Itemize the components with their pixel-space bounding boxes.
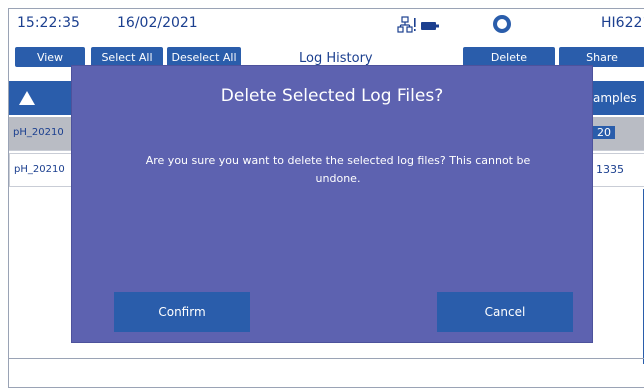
dialog-message: Are you sure you want to delete the sele… [145, 154, 531, 185]
toolbar: View Select All Deselect All Log History… [9, 43, 644, 67]
samples-column-header[interactable]: amples [593, 91, 637, 105]
view-button[interactable]: View [15, 47, 85, 67]
sort-ascending-icon[interactable] [19, 91, 35, 105]
confirm-button[interactable]: Confirm [114, 292, 250, 332]
sample-count: 1335 [596, 163, 624, 176]
network-alert-icon [397, 16, 416, 33]
status-bar: 15:22:35 16/02/2021 HI6221 [9, 9, 644, 39]
delete-button[interactable]: Delete [463, 47, 555, 67]
dialog-title: Delete Selected Log Files? [220, 86, 444, 106]
divider [9, 358, 644, 359]
status-time: 15:22:35 [17, 15, 80, 31]
select-all-button[interactable]: Select All [91, 47, 163, 67]
status-date: 16/02/2021 [117, 15, 198, 31]
record-circle-icon [493, 15, 511, 33]
delete-confirm-dialog: Delete Selected Log Files? Are you sure … [72, 66, 592, 342]
battery-icon [421, 22, 439, 30]
sample-count: 20 [593, 126, 615, 139]
log-file-name: pH_20210 [13, 127, 64, 138]
share-button[interactable]: Share [559, 47, 644, 67]
cancel-button[interactable]: Cancel [437, 292, 573, 332]
device-model: HI6221 [601, 15, 644, 31]
log-file-name: pH_20210 [14, 164, 65, 175]
deselect-all-button[interactable]: Deselect All [167, 47, 241, 67]
page-title: Log History [299, 51, 373, 66]
